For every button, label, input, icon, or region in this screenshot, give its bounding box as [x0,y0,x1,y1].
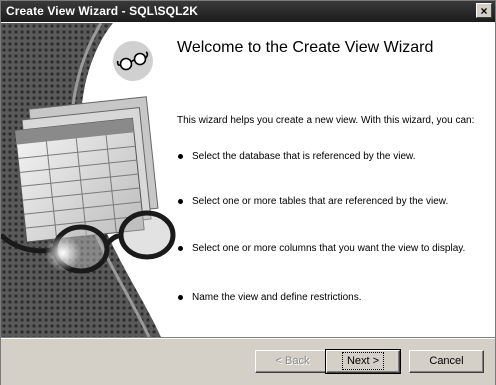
cancel-button[interactable]: Cancel [409,350,484,373]
back-button[interactable]: < Back [255,350,330,373]
close-button[interactable]: × [476,3,492,18]
list-item: Select the database that is referenced b… [177,150,477,163]
wizard-window: Create View Wizard - SQL\SQL2K × Welcome… [0,0,496,385]
window-title: Create View Wizard - SQL\SQL2K [6,4,199,18]
intro-text: This wizard helps you create a new view.… [177,115,475,126]
button-bar: < Back Next > Cancel [1,337,495,385]
list-item: Select one or more tables that are refer… [177,195,477,208]
next-button-label: Next > [341,352,385,370]
glasses-icon [113,41,153,81]
list-item: Name the view and define restrictions. [177,291,477,304]
list-item: Select one or more columns that you want… [177,242,477,255]
page-title: Welcome to the Create View Wizard [177,39,434,56]
feature-list: Select the database that is referenced b… [177,150,477,303]
title-bar[interactable]: Create View Wizard - SQL\SQL2K × [1,1,495,22]
next-button[interactable]: Next > [325,349,401,374]
